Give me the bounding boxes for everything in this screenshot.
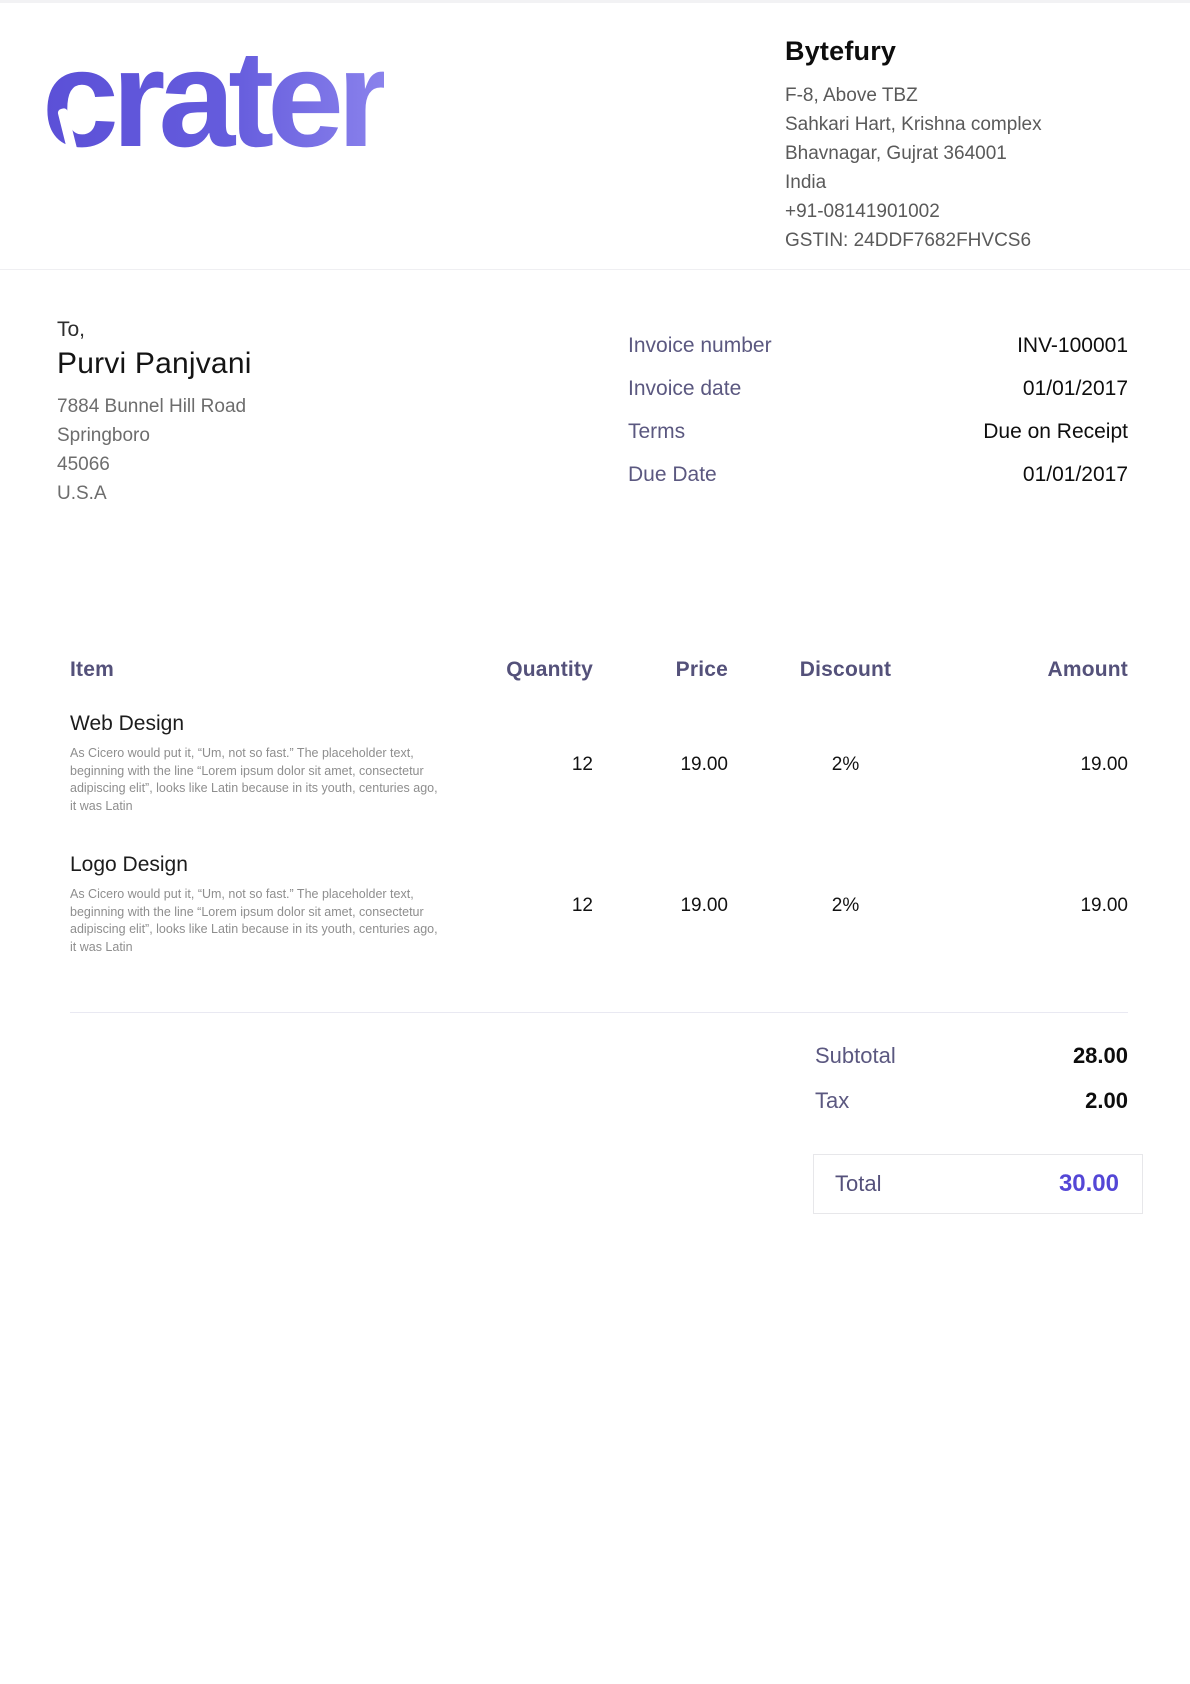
terms-label: Terms (628, 420, 685, 444)
meta-row-terms: Terms Due on Receipt (628, 420, 1128, 444)
subtotal-value: 28.00 (1073, 1043, 1128, 1069)
col-header-price: Price (593, 658, 728, 696)
item-quantity: 12 (473, 696, 593, 837)
tax-value: 2.00 (1085, 1088, 1128, 1114)
bill-to-label: To, (57, 318, 252, 342)
item-discount: 2% (728, 837, 963, 978)
col-header-quantity: Quantity (473, 658, 593, 696)
item-description: As Cicero would put it, “Um, not so fast… (70, 886, 443, 956)
item-price: 19.00 (593, 837, 728, 978)
bill-to-block: To, Purvi Panjvani 7884 Bunnel Hill Road… (57, 318, 252, 508)
item-row: Web Design As Cicero would put it, “Um, … (70, 696, 1128, 837)
company-address-line: F-8, Above TBZ (785, 81, 1145, 110)
item-row: Logo Design As Cicero would put it, “Um,… (70, 837, 1128, 978)
customer-address-line: U.S.A (57, 479, 252, 508)
company-address-line: Bhavnagar, Gujrat 364001 (785, 139, 1145, 168)
company-address-line: Sahkari Hart, Krishna complex (785, 110, 1145, 139)
customer-name: Purvi Panjvani (57, 347, 252, 381)
item-name: Web Design (70, 712, 443, 736)
invoice-header: crater Bytefury F-8, Above TBZ Sahkari H… (0, 0, 1190, 270)
tax-label: Tax (815, 1088, 849, 1114)
items-table-header-row: Item Quantity Price Discount Amount (70, 658, 1128, 696)
col-header-amount: Amount (963, 658, 1128, 696)
item-description: As Cicero would put it, “Um, not so fast… (70, 745, 443, 815)
customer-address-line: 7884 Bunnel Hill Road (57, 392, 252, 421)
parties-section: To, Purvi Panjvani 7884 Bunnel Hill Road… (0, 270, 1190, 508)
company-gstin: GSTIN: 24DDF7682FHVCS6 (785, 226, 1145, 255)
tax-row: Tax 2.00 (815, 1088, 1128, 1114)
customer-address-line: Springboro (57, 421, 252, 450)
due-date-value: 01/01/2017 (1023, 463, 1128, 487)
invoice-date-value: 01/01/2017 (1023, 377, 1128, 401)
subtotal-label: Subtotal (815, 1043, 896, 1069)
due-date-label: Due Date (628, 463, 717, 487)
crater-logo: crater (42, 30, 384, 168)
invoice-number-value: INV-100001 (1017, 334, 1128, 358)
total-label: Total (835, 1171, 881, 1197)
items-table: Item Quantity Price Discount Amount Web … (70, 658, 1128, 978)
invoice-date-label: Invoice date (628, 377, 741, 401)
meta-row-invoice-number: Invoice number INV-100001 (628, 334, 1128, 358)
totals-section: Subtotal 28.00 Tax 2.00 Total 30.00 (0, 1043, 1190, 1214)
company-address-line: India (785, 168, 1145, 197)
invoice-page: crater Bytefury F-8, Above TBZ Sahkari H… (0, 0, 1190, 1684)
logo-stencil-cut (400, 132, 421, 181)
meta-row-invoice-date: Invoice date 01/01/2017 (628, 377, 1128, 401)
company-name: Bytefury (785, 36, 1145, 67)
items-section: Item Quantity Price Discount Amount Web … (0, 658, 1190, 1013)
item-amount: 19.00 (963, 837, 1128, 978)
meta-row-due-date: Due Date 01/01/2017 (628, 463, 1128, 487)
total-box: Total 30.00 (813, 1154, 1143, 1214)
item-quantity: 12 (473, 837, 593, 978)
invoice-number-label: Invoice number (628, 334, 772, 358)
col-header-discount: Discount (728, 658, 963, 696)
company-info: Bytefury F-8, Above TBZ Sahkari Hart, Kr… (785, 36, 1145, 255)
table-bottom-divider (70, 1012, 1128, 1013)
company-phone: +91-08141901002 (785, 197, 1145, 226)
invoice-meta: Invoice number INV-100001 Invoice date 0… (628, 334, 1128, 508)
subtotal-row: Subtotal 28.00 (815, 1043, 1128, 1069)
col-header-item: Item (70, 658, 473, 696)
item-discount: 2% (728, 696, 963, 837)
item-amount: 19.00 (963, 696, 1128, 837)
terms-value: Due on Receipt (983, 420, 1128, 444)
item-price: 19.00 (593, 696, 728, 837)
item-name: Logo Design (70, 853, 443, 877)
total-value: 30.00 (1059, 1170, 1119, 1198)
customer-address-line: 45066 (57, 450, 252, 479)
